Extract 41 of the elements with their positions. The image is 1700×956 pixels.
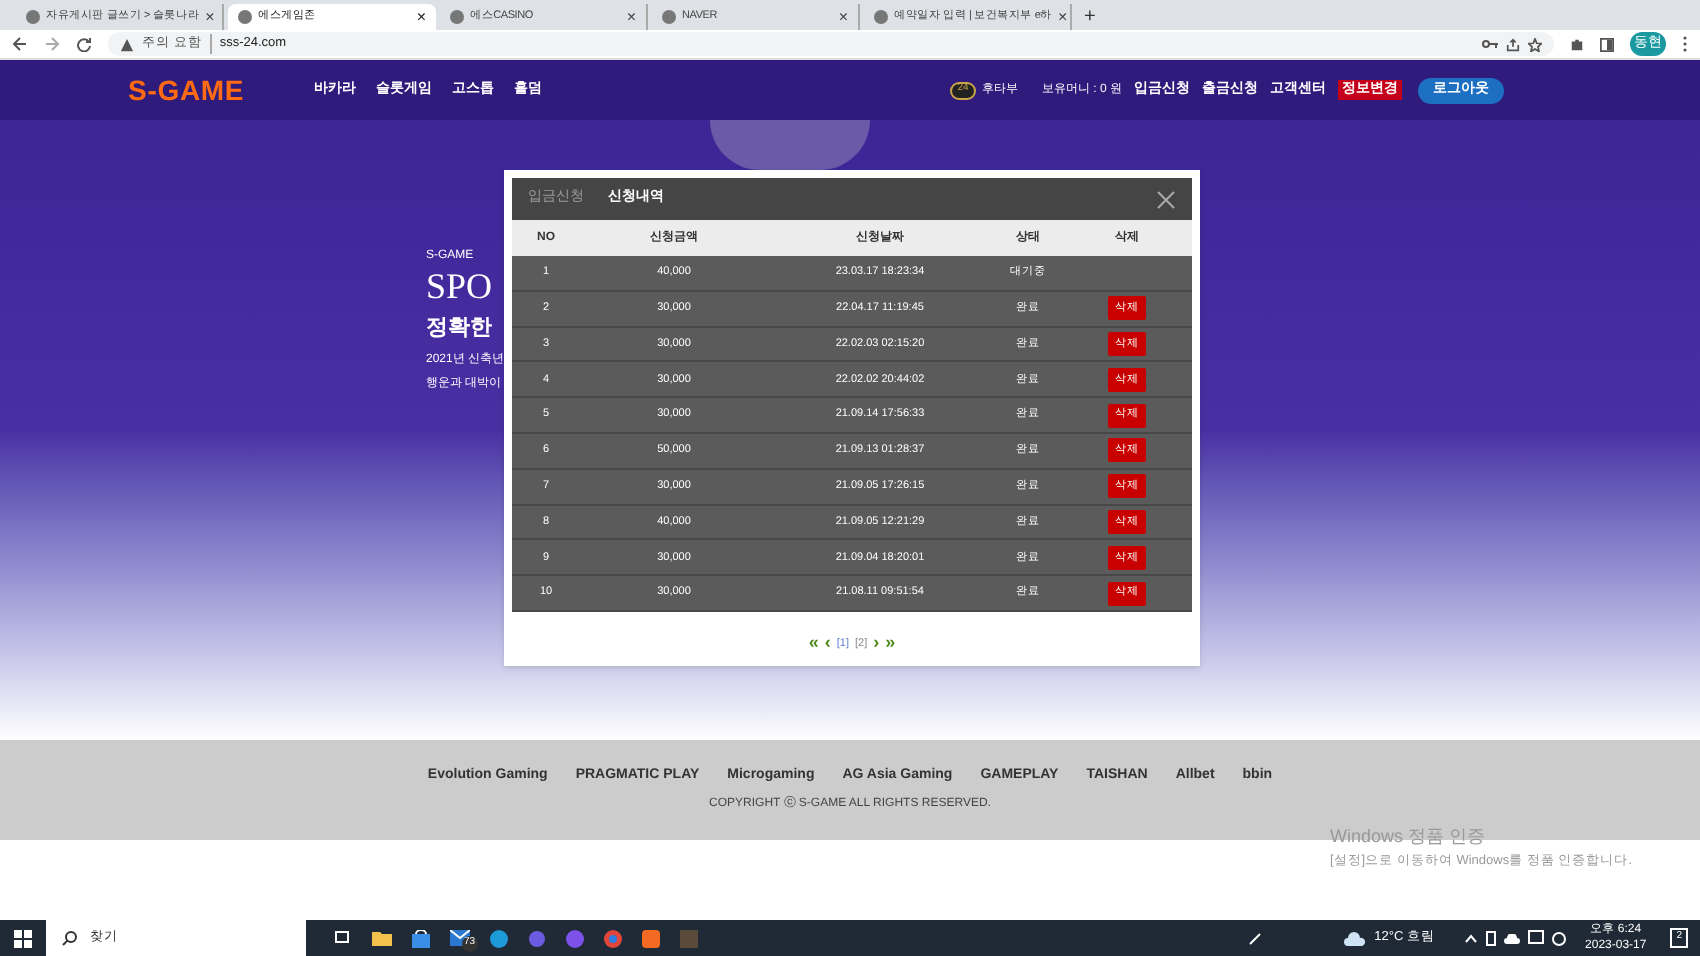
hero-headline: 정확한	[426, 314, 494, 344]
battery-icon[interactable]	[1485, 930, 1496, 946]
favicon-icon	[662, 10, 676, 24]
tab-close-button[interactable]: ×	[626, 9, 636, 25]
app-icon[interactable]	[528, 929, 546, 947]
share-icon[interactable]	[1506, 37, 1520, 51]
chat-app-icon[interactable]	[566, 929, 584, 947]
favicon-icon	[450, 10, 464, 24]
tab-close-button[interactable]: ×	[205, 9, 215, 25]
tab-close-button[interactable]: ×	[416, 9, 426, 25]
cloud-icon[interactable]	[1503, 933, 1520, 943]
close-icon[interactable]	[1156, 189, 1176, 209]
favicon-icon	[874, 10, 888, 24]
tab-close-button[interactable]: ×	[838, 9, 848, 25]
windows-start-icon[interactable]	[14, 929, 32, 947]
menu-icon[interactable]	[1682, 36, 1688, 52]
store-icon[interactable]	[412, 929, 430, 947]
last-page-link[interactable]: »	[885, 629, 896, 657]
extensions-icon[interactable]	[1570, 37, 1584, 51]
first-page-link[interactable]: «	[808, 629, 819, 657]
favicon-icon	[238, 10, 252, 24]
key-icon[interactable]	[1482, 38, 1498, 50]
reload-icon[interactable]	[76, 36, 92, 52]
app-icon[interactable]	[642, 929, 660, 947]
site-logo[interactable]: S-GAME	[128, 69, 314, 111]
favicon-icon	[26, 10, 40, 24]
tab-close-button[interactable]: ×	[1058, 9, 1068, 25]
task-view-icon[interactable]	[334, 930, 352, 946]
back-icon[interactable]	[12, 36, 28, 52]
folder-icon[interactable]	[372, 930, 392, 946]
star-icon[interactable]	[1528, 37, 1542, 51]
activation-title: Windows 정품 인증	[1329, 824, 1487, 850]
chevron-up-icon[interactable]	[1463, 933, 1478, 943]
hero-title: SPO	[426, 266, 495, 306]
cloud-icon	[1344, 931, 1367, 945]
edge-browser-icon[interactable]	[490, 929, 508, 947]
sidebar-icon[interactable]	[1600, 37, 1614, 51]
search-icon	[62, 930, 78, 946]
chrome-icon[interactable]	[604, 929, 622, 947]
new-tab-button[interactable]: +	[1084, 4, 1096, 30]
warning-icon	[120, 37, 134, 51]
